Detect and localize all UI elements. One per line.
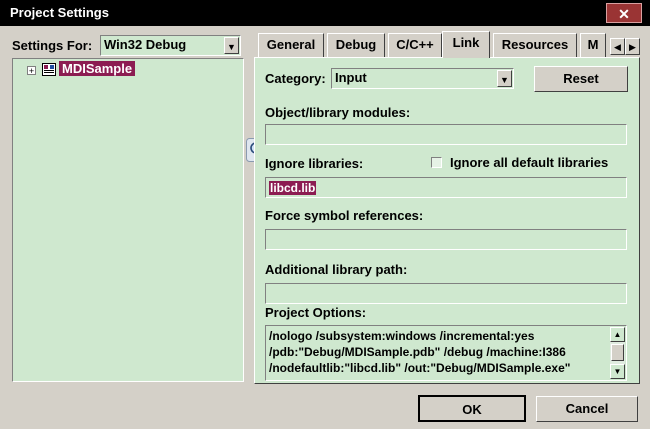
category-label: Category: [265,71,326,86]
category-dropdown[interactable]: Input ▼ [331,68,514,89]
tree-item-mdisample[interactable]: MDISample [59,61,136,76]
window-title: Project Settings [10,5,109,20]
project-options-line: /nologo /subsystem:windows /incremental:… [269,329,535,343]
project-settings-dialog: Project Settings ✕ Settings For: Win32 D… [0,0,650,429]
project-tree[interactable]: + MDISample [12,58,244,382]
object-modules-label: Object/library modules: [265,105,411,120]
reset-button[interactable]: Reset [534,66,628,92]
category-value: Input [335,70,367,85]
scroll-thumb[interactable] [611,344,624,361]
tab-scroll-right-icon[interactable]: ▶ [625,38,640,55]
title-bar[interactable]: Project Settings ✕ [0,0,650,26]
ignore-libraries-label: Ignore libraries: [265,156,364,171]
ignore-all-default-label: Ignore all default libraries [450,155,609,170]
ignore-all-default-checkbox[interactable] [431,157,442,168]
tab-link[interactable]: Link [442,31,490,58]
tab-debug[interactable]: Debug [327,33,385,57]
settings-for-dropdown[interactable]: Win32 Debug ▼ [100,35,241,56]
close-icon: ✕ [618,6,630,22]
tab-resources[interactable]: Resources [493,33,577,57]
project-options-line: /nodefaultlib:"libcd.lib" /out:"Debug/MD… [269,361,571,375]
force-symbol-input[interactable] [265,229,627,250]
chevron-down-icon[interactable]: ▼ [224,37,239,54]
tab-more[interactable]: M [580,33,606,57]
tab-scroll-left-icon[interactable]: ◀ [610,38,625,55]
options-scrollbar[interactable]: ▲ ▼ [610,327,625,379]
ignore-libraries-input[interactable]: libcd.lib [265,177,627,198]
scroll-up-icon[interactable]: ▲ [610,327,625,342]
project-options-label: Project Options: [265,305,367,320]
project-options-line: /pdb:"Debug/MDISample.pdb" /debug /machi… [269,345,566,359]
ignore-libraries-value: libcd.lib [269,181,317,195]
project-icon [42,63,56,76]
close-button[interactable]: ✕ [606,3,642,23]
settings-for-label: Settings For: [12,38,93,53]
expand-icon[interactable]: + [27,66,36,76]
ok-button[interactable]: OK [418,395,526,422]
additional-path-label: Additional library path: [265,262,408,277]
project-options-textarea[interactable]: /nologo /subsystem:windows /incremental:… [265,325,627,381]
object-modules-input[interactable] [265,124,627,145]
settings-for-value: Win32 Debug [104,37,187,52]
tab-cpp[interactable]: C/C++ [388,33,442,57]
chevron-down-icon[interactable]: ▼ [497,70,512,87]
cancel-button[interactable]: Cancel [536,396,638,422]
tab-general[interactable]: General [258,33,324,57]
force-symbol-label: Force symbol references: [265,208,424,223]
scroll-down-icon[interactable]: ▼ [610,364,625,379]
additional-path-input[interactable] [265,283,627,304]
